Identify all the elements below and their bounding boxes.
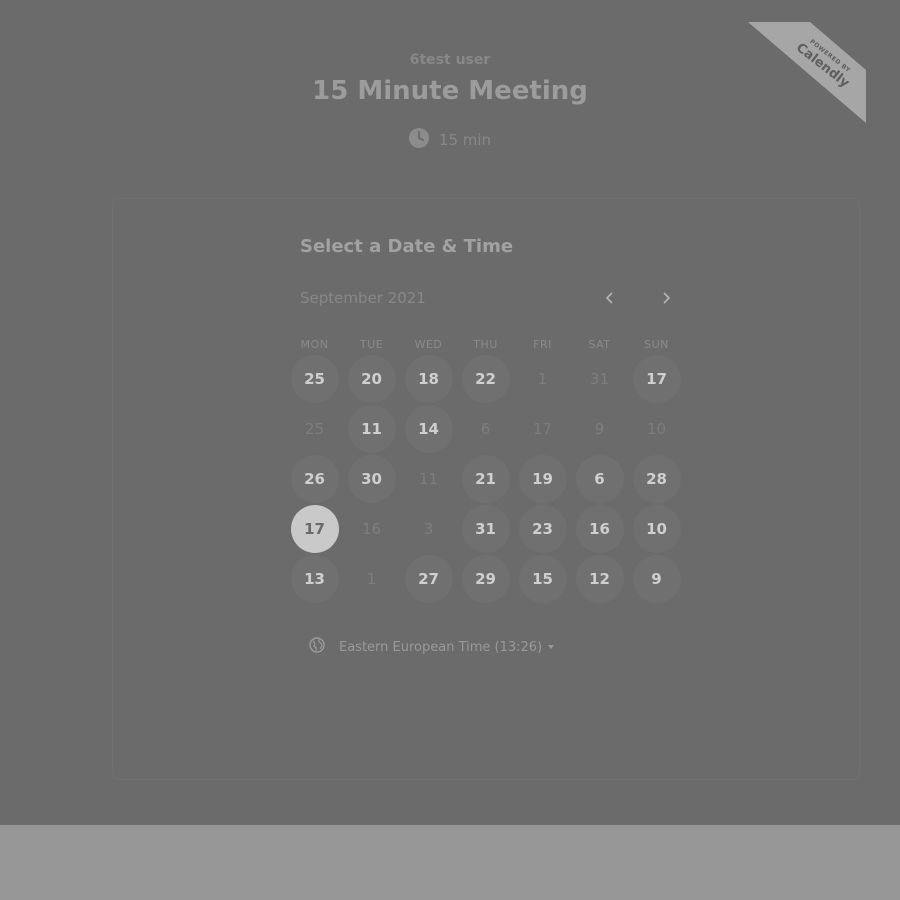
available-day-button[interactable]: 20 (347, 355, 396, 403)
day-cell: 18 (400, 354, 457, 404)
caret-down-icon (548, 644, 555, 649)
next-month-button[interactable] (654, 286, 678, 310)
unavailable-day: 1 (366, 570, 377, 588)
day-cell: 10 (628, 404, 685, 454)
unavailable-day: 25 (304, 420, 325, 438)
available-day-button[interactable]: 25 (290, 355, 339, 403)
day-cell: 25 (286, 404, 343, 454)
available-day-button[interactable]: 22 (461, 355, 510, 403)
available-day-button[interactable]: 9 (632, 555, 681, 603)
day-cell: 17 (628, 354, 685, 404)
available-day-button[interactable]: 27 (404, 555, 453, 603)
available-day-button[interactable]: 17 (632, 355, 681, 403)
available-day-button[interactable]: 19 (518, 455, 567, 503)
day-cell: 17 (514, 404, 571, 454)
day-cell: 17 (286, 504, 343, 554)
day-cell: 16 (571, 504, 628, 554)
weekday-label: FRI (533, 338, 552, 351)
day-cell: 21 (457, 454, 514, 504)
duration-label: 15 min (438, 131, 492, 149)
day-cell: 16 (343, 504, 400, 554)
day-cell: 20 (343, 354, 400, 404)
unavailable-day: 9 (594, 420, 605, 438)
weekday-label: THU (473, 338, 498, 351)
available-day-button[interactable]: 23 (518, 505, 567, 553)
available-day-button[interactable]: 30 (347, 455, 396, 503)
day-cell: 1 (514, 354, 571, 404)
timezone-label: Eastern European Time (13:26) (339, 639, 543, 655)
day-cell: 11 (343, 404, 400, 454)
modal-overlay: 6test user 15 Minute Meeting 15 min POWE… (0, 0, 900, 825)
day-cell: 15 (514, 554, 571, 604)
day-cell: 19 (514, 454, 571, 504)
available-day-button[interactable]: 26 (290, 455, 339, 503)
available-day-button[interactable]: 13 (290, 555, 339, 603)
globe-icon (309, 637, 325, 657)
weekday-label: MON (300, 338, 329, 351)
available-day-button[interactable]: 18 (404, 355, 453, 403)
available-day-button[interactable]: 15 (518, 555, 567, 603)
event-duration: 15 min (0, 128, 900, 150)
unavailable-day: 11 (418, 470, 439, 488)
available-day-button[interactable]: 12 (575, 555, 624, 603)
month-label: September 2021 (300, 289, 426, 307)
day-cell: 26 (286, 454, 343, 504)
available-day-button[interactable]: 6 (575, 455, 624, 503)
day-cell: 1 (343, 554, 400, 604)
day-cell: 25 (286, 354, 343, 404)
available-day-button[interactable]: 14 (404, 405, 453, 453)
unavailable-day: 31 (589, 370, 610, 388)
day-cell: 9 (571, 404, 628, 454)
day-cell: 27 (400, 554, 457, 604)
calendar-day-grid: 25 20 18 22 1 31 17 25 11 14 6 17 9 10 26 30 11 21 19 6 28 17… (286, 354, 686, 604)
unavailable-day: 17 (532, 420, 553, 438)
unavailable-day: 1 (537, 370, 548, 388)
unavailable-day: 6 (480, 420, 491, 438)
day-cell: 14 (400, 404, 457, 454)
unavailable-day: 10 (646, 420, 667, 438)
chevron-left-icon (605, 292, 613, 304)
day-cell: 22 (457, 354, 514, 404)
available-day-button[interactable]: 16 (575, 505, 624, 553)
available-day-button[interactable]: 11 (347, 405, 396, 453)
select-date-heading: Select a Date & Time (300, 236, 514, 257)
day-cell: 11 (400, 454, 457, 504)
available-day-button[interactable]: 10 (632, 505, 681, 553)
weekday-label: SAT (588, 338, 611, 351)
available-day-button[interactable]: 21 (461, 455, 510, 503)
previous-month-button[interactable] (598, 286, 622, 310)
unavailable-day: 16 (361, 520, 382, 538)
day-cell: 13 (286, 554, 343, 604)
weekday-label: TUE (359, 338, 384, 351)
selected-day-button[interactable]: 17 (290, 505, 339, 553)
available-day-button[interactable]: 29 (461, 555, 510, 603)
weekday-header-row: MON TUE WED THU FRI SAT SUN (286, 338, 686, 351)
day-cell: 23 (514, 504, 571, 554)
clock-icon (408, 128, 429, 148)
day-cell: 29 (457, 554, 514, 604)
day-cell: 31 (457, 504, 514, 554)
available-day-button[interactable]: 31 (461, 505, 510, 553)
chevron-right-icon (663, 292, 671, 304)
available-day-button[interactable]: 28 (632, 455, 681, 503)
unavailable-day: 3 (423, 520, 434, 538)
day-cell: 31 (571, 354, 628, 404)
day-cell: 6 (571, 454, 628, 504)
day-cell: 30 (343, 454, 400, 504)
day-cell: 28 (628, 454, 685, 504)
weekday-label: SUN (644, 338, 669, 351)
timezone-selector[interactable]: Eastern European Time (13:26) (309, 637, 555, 657)
day-cell: 10 (628, 504, 685, 554)
weekday-label: WED (414, 338, 443, 351)
day-cell: 12 (571, 554, 628, 604)
day-cell: 3 (400, 504, 457, 554)
day-cell: 9 (628, 554, 685, 604)
day-cell: 6 (457, 404, 514, 454)
